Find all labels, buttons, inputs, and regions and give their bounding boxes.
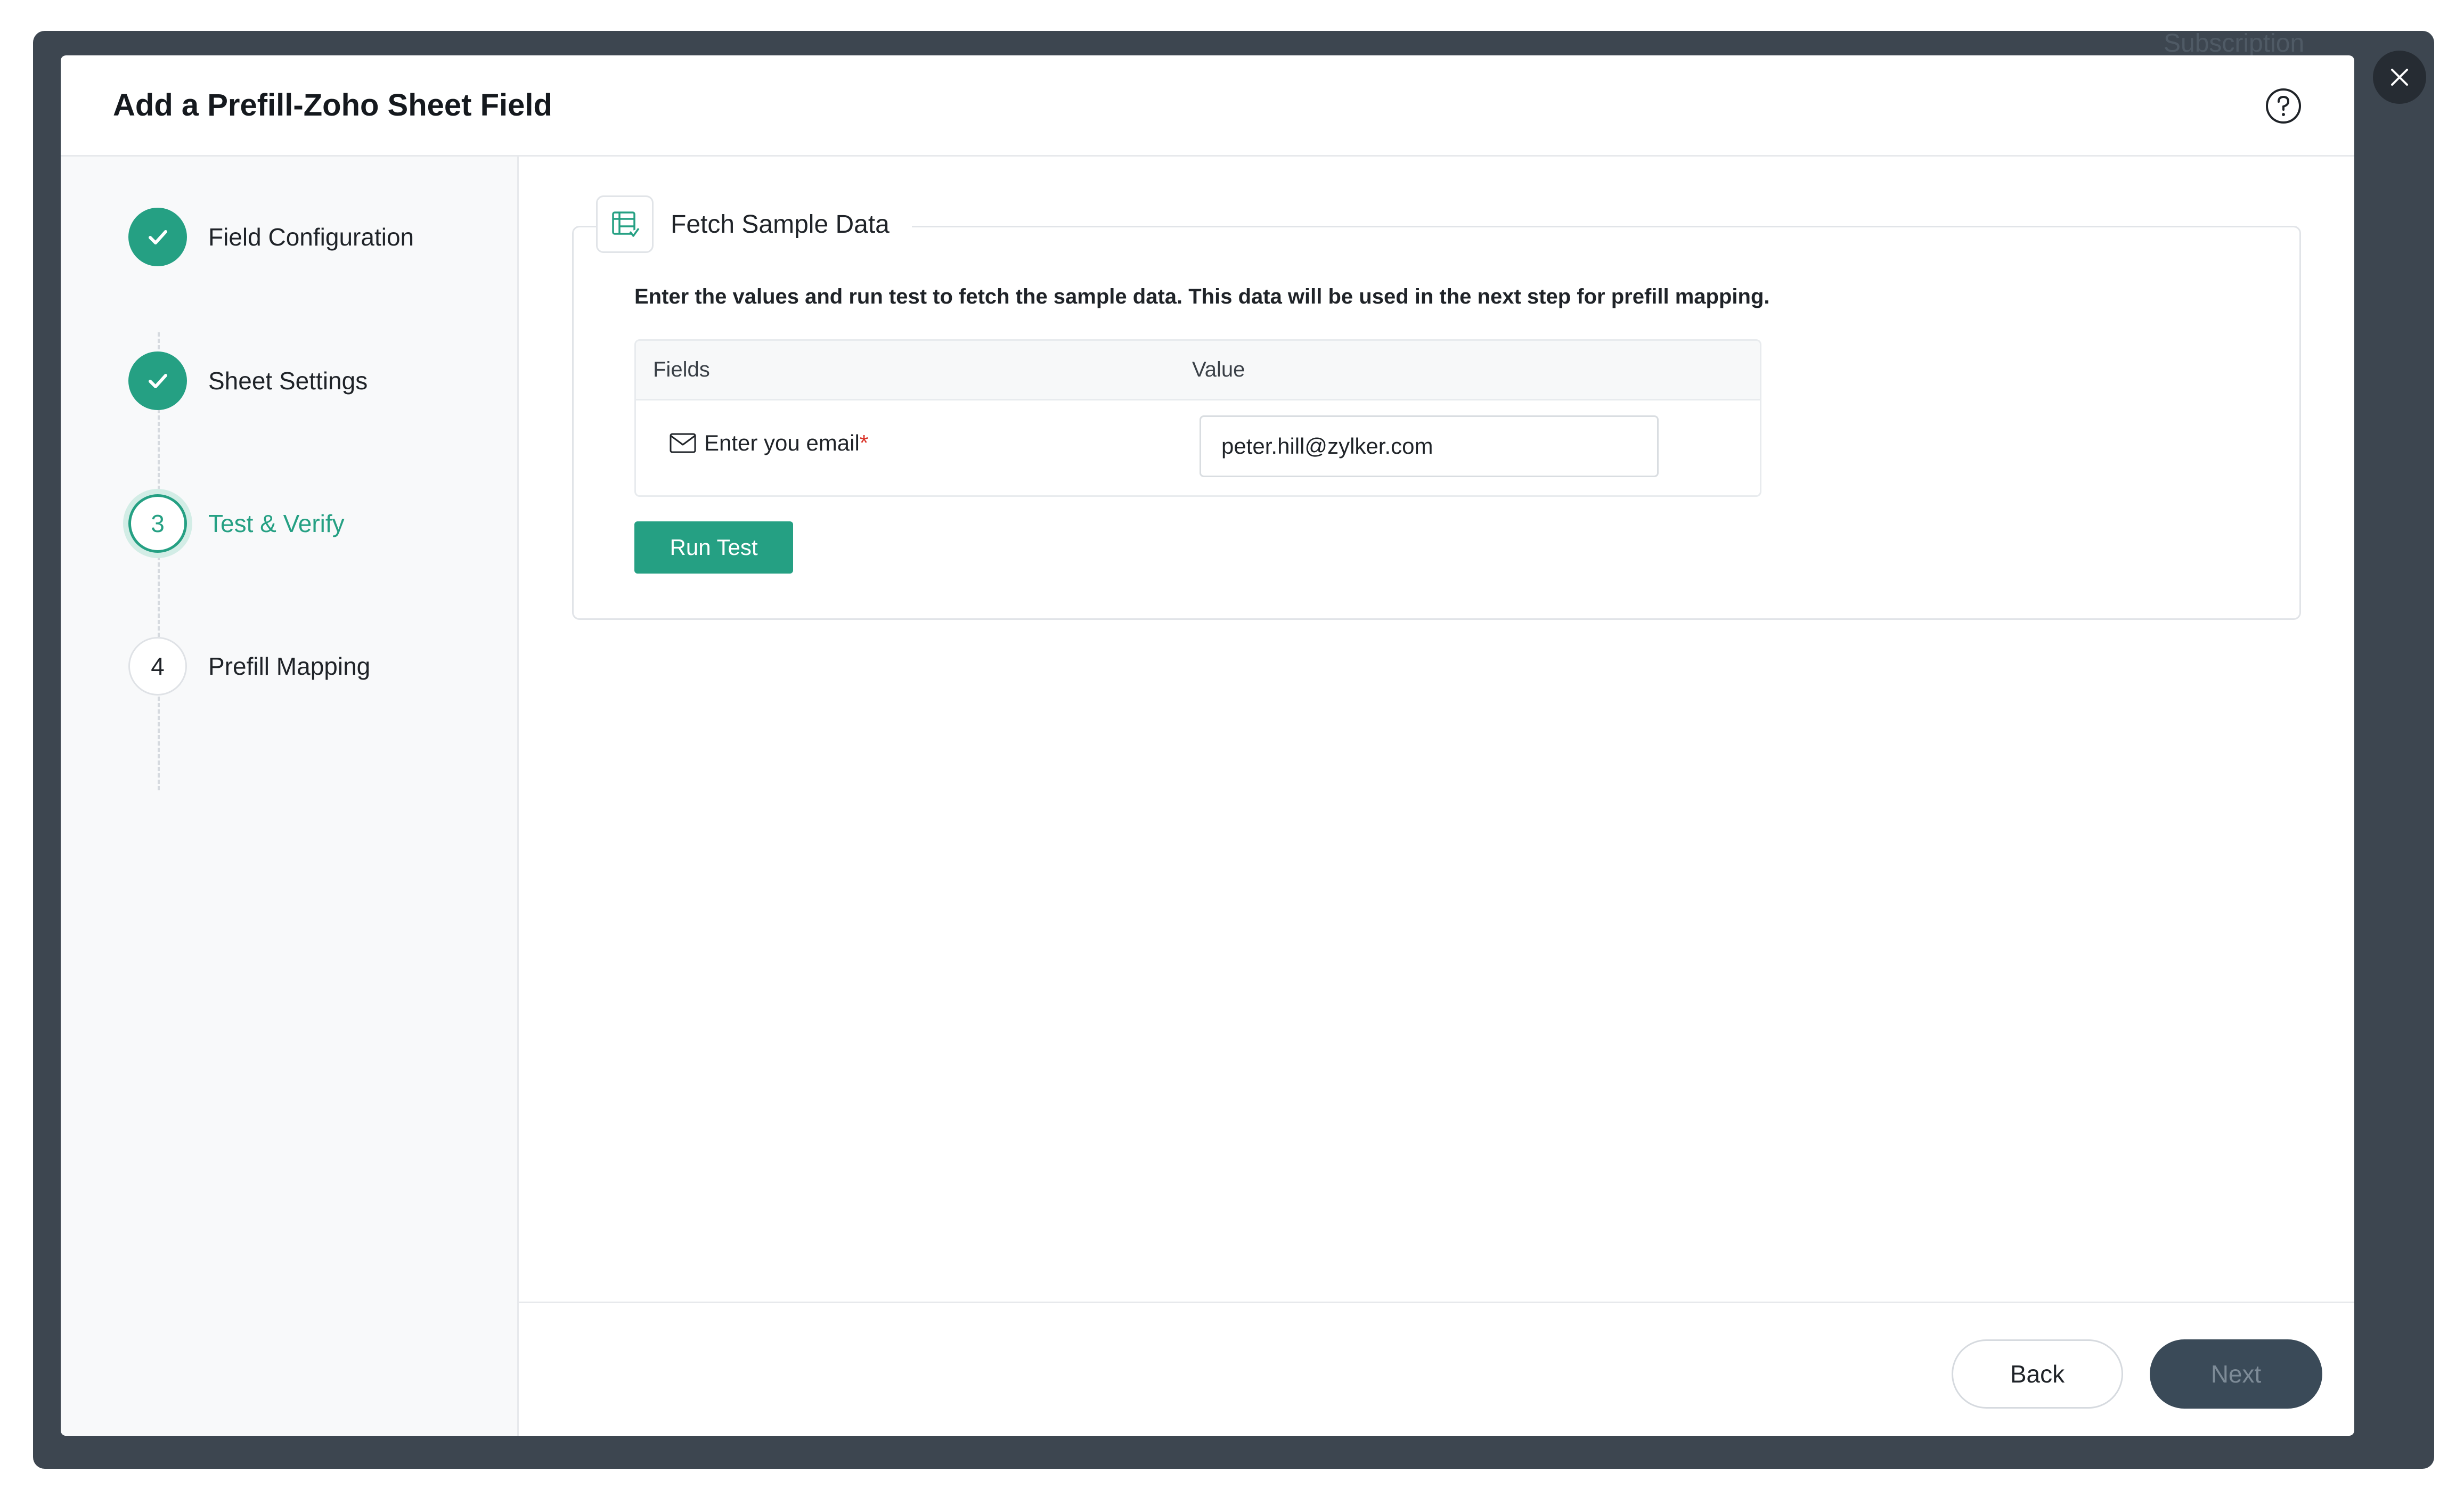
panel-legend: Fetch Sample Data <box>596 195 912 253</box>
modal-header: Add a Prefill-Zoho Sheet Field <box>61 55 2354 157</box>
step-label: Prefill Mapping <box>208 652 371 680</box>
fetch-sample-data-panel: Fetch Sample Data Enter the values and r… <box>572 195 2301 620</box>
step-label: Field Configuration <box>208 223 414 251</box>
help-circle-icon[interactable] <box>2265 87 2302 125</box>
main-content: Fetch Sample Data Enter the values and r… <box>519 157 2354 1302</box>
required-asterisk: * <box>859 430 869 455</box>
modal-title: Add a Prefill-Zoho Sheet Field <box>113 88 552 122</box>
check-icon <box>149 374 167 388</box>
column-header-value: Value <box>1192 358 1245 381</box>
modal-footer: Back Next <box>519 1302 2354 1436</box>
table-header: Fields Value <box>636 341 1760 400</box>
step-sheet-settings[interactable]: Sheet Settings <box>128 351 368 410</box>
step-complete-marker <box>128 351 187 410</box>
close-button[interactable] <box>2373 51 2426 104</box>
step-number-marker: 4 <box>128 637 187 696</box>
email-value-input[interactable] <box>1200 415 1659 477</box>
field-label-text: Enter you email <box>704 430 860 455</box>
field-label: Enter you email * <box>669 430 868 456</box>
panel-description: Enter the values and run test to fetch t… <box>634 285 1770 308</box>
step-label: Sheet Settings <box>208 367 368 395</box>
steps-sidebar: Field Configuration Sheet Settings 3 Tes… <box>61 157 519 1436</box>
step-label: Test & Verify <box>208 510 345 537</box>
envelope-icon <box>670 433 696 453</box>
table-row: Enter you email * <box>636 400 1760 495</box>
check-icon <box>149 230 167 244</box>
step-number-marker: 3 <box>128 494 187 553</box>
next-button[interactable]: Next <box>2150 1339 2322 1409</box>
step-field-configuration[interactable]: Field Configuration <box>128 208 414 266</box>
step-prefill-mapping[interactable]: 4 Prefill Mapping <box>128 637 370 696</box>
column-header-fields: Fields <box>653 358 710 381</box>
step-test-verify[interactable]: 3 Test & Verify <box>128 494 345 553</box>
panel-title: Fetch Sample Data <box>671 210 890 239</box>
table-icon <box>612 211 640 237</box>
run-test-button[interactable]: Run Test <box>634 521 793 574</box>
background-subscription-label: Subscription <box>2164 31 2305 58</box>
prefill-field-modal: Add a Prefill-Zoho Sheet Field Field Con… <box>61 55 2354 1436</box>
fields-table: Fields Value Enter you email * <box>634 339 1761 497</box>
close-icon <box>2391 69 2408 86</box>
back-button[interactable]: Back <box>1952 1339 2123 1409</box>
panel-icon-box <box>596 195 654 253</box>
step-complete-marker <box>128 208 187 266</box>
